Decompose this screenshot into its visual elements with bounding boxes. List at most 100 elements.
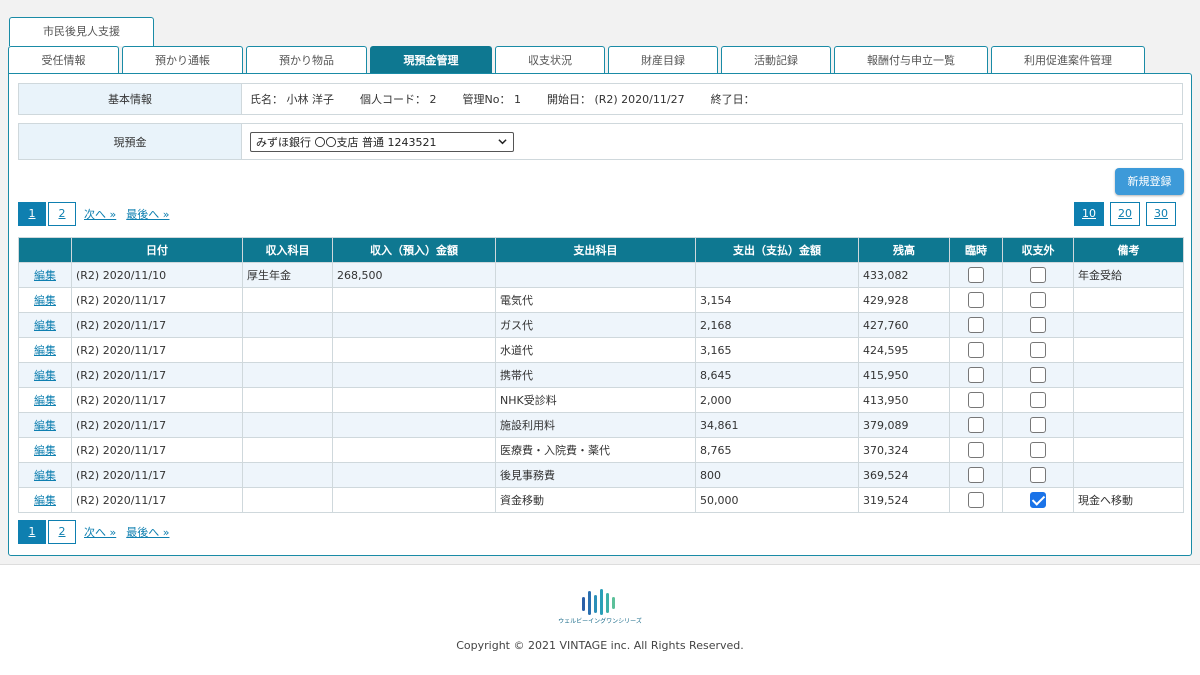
edit-link-cell: 編集 — [18, 437, 72, 463]
expense-item-cell — [495, 262, 696, 288]
col-header-edit — [18, 237, 72, 263]
expense-item-cell: 資金移動 — [495, 487, 696, 513]
income-amount-cell — [332, 362, 496, 388]
off-balance-checkbox[interactable] — [1030, 492, 1046, 508]
edit-link[interactable]: 編集 — [34, 369, 56, 382]
income-item-cell — [242, 362, 333, 388]
off-balance-checkbox[interactable] — [1030, 442, 1046, 458]
start-date: 開始日： (R2) 2020/11/27 — [546, 93, 685, 106]
temporary-checkbox[interactable] — [968, 442, 984, 458]
off-balance-checkbox[interactable] — [1030, 317, 1046, 333]
col-header-temporary: 臨時 — [949, 237, 1003, 263]
tab-juninjoho[interactable]: 受任情報 — [8, 46, 119, 74]
balance-cell: 424,595 — [858, 337, 950, 363]
tab-riyo-sokushin[interactable]: 利用促進案件管理 — [991, 46, 1145, 74]
balance-cell: 369,524 — [858, 462, 950, 488]
page-size-30-button[interactable]: 30 — [1146, 202, 1176, 226]
page-2-button[interactable]: 2 — [48, 520, 76, 544]
temporary-cell — [949, 312, 1003, 338]
page-size-20-button[interactable]: 20 — [1110, 202, 1140, 226]
temporary-checkbox[interactable] — [968, 392, 984, 408]
off-balance-checkbox[interactable] — [1030, 292, 1046, 308]
note-cell — [1073, 387, 1184, 413]
note-cell — [1073, 462, 1184, 488]
edit-link[interactable]: 編集 — [34, 344, 56, 357]
balance-cell: 379,089 — [858, 412, 950, 438]
tab-genyokin-kanri[interactable]: 現預金管理 — [370, 46, 492, 74]
temporary-checkbox[interactable] — [968, 367, 984, 383]
tab-katsudo-kiroku[interactable]: 活動記録 — [721, 46, 831, 74]
tab-azukari-buppin[interactable]: 預かり物品 — [246, 46, 367, 74]
edit-link[interactable]: 編集 — [34, 394, 56, 407]
temporary-checkbox[interactable] — [968, 417, 984, 433]
note-cell — [1073, 337, 1184, 363]
off-balance-cell — [1002, 487, 1074, 513]
expense-amount-cell — [695, 262, 859, 288]
account-select[interactable]: みずほ銀行 〇〇支店 普通 1243521 — [250, 131, 514, 152]
tab-zaisan-mokuroku[interactable]: 財産目録 — [608, 46, 718, 74]
col-header-expense-item: 支出科目 — [495, 237, 696, 263]
off-balance-checkbox[interactable] — [1030, 392, 1046, 408]
expense-item-cell: 医療費・入院費・薬代 — [495, 437, 696, 463]
temporary-checkbox[interactable] — [968, 342, 984, 358]
edit-link[interactable]: 編集 — [34, 269, 56, 282]
last-page-link[interactable]: 最後へ » — [126, 206, 169, 222]
income-item-cell: 厚生年金 — [242, 262, 333, 288]
temporary-checkbox[interactable] — [968, 267, 984, 283]
table-row: 編集 (R2) 2020/11/17 医療費・入院費・薬代 8,765 370,324 — [18, 437, 1184, 463]
page-1-button[interactable]: 1 — [18, 520, 46, 544]
page-2-button[interactable]: 2 — [48, 202, 76, 226]
edit-link[interactable]: 編集 — [34, 319, 56, 332]
balance-cell: 319,524 — [858, 487, 950, 513]
income-amount-cell — [332, 287, 496, 313]
expense-amount-cell: 2,168 — [695, 312, 859, 338]
income-item-cell — [242, 287, 333, 313]
edit-link[interactable]: 編集 — [34, 419, 56, 432]
date-cell: (R2) 2020/11/17 — [71, 462, 243, 488]
off-balance-checkbox[interactable] — [1030, 342, 1046, 358]
page-1-button[interactable]: 1 — [18, 202, 46, 226]
cash-value: みずほ銀行 〇〇支店 普通 1243521 — [242, 124, 514, 159]
note-cell: 年金受給 — [1073, 262, 1184, 288]
note-cell — [1073, 437, 1184, 463]
page-size-10-button[interactable]: 10 — [1074, 202, 1104, 226]
basic-info-label: 基本情報 — [19, 84, 242, 114]
expense-item-cell: 施設利用料 — [495, 412, 696, 438]
expense-item-cell: 携帯代 — [495, 362, 696, 388]
edit-link[interactable]: 編集 — [34, 444, 56, 457]
last-page-link[interactable]: 最後へ » — [126, 524, 169, 540]
temporary-checkbox[interactable] — [968, 317, 984, 333]
next-page-link[interactable]: 次へ » — [84, 524, 116, 540]
off-balance-cell — [1002, 287, 1074, 313]
tab-hoshu-fuyo[interactable]: 報酬付与申立一覧 — [834, 46, 988, 74]
balance-cell: 427,760 — [858, 312, 950, 338]
app-title-tab[interactable]: 市民後見人支援 — [9, 17, 154, 46]
expense-item-cell: ガス代 — [495, 312, 696, 338]
off-balance-checkbox[interactable] — [1030, 267, 1046, 283]
note-cell — [1073, 362, 1184, 388]
new-entry-button[interactable]: 新規登録 — [1115, 168, 1184, 195]
expense-item-cell: 水道代 — [495, 337, 696, 363]
table-row: 編集 (R2) 2020/11/17 NHK受診料 2,000 413,950 — [18, 387, 1184, 413]
edit-link[interactable]: 編集 — [34, 294, 56, 307]
edit-link-cell: 編集 — [18, 462, 72, 488]
tab-shushi-jokyo[interactable]: 収支状況 — [495, 46, 605, 74]
date-cell: (R2) 2020/11/17 — [71, 287, 243, 313]
off-balance-checkbox[interactable] — [1030, 417, 1046, 433]
income-item-cell — [242, 462, 333, 488]
off-balance-checkbox[interactable] — [1030, 367, 1046, 383]
note-cell — [1073, 287, 1184, 313]
edit-link[interactable]: 編集 — [34, 494, 56, 507]
temporary-cell — [949, 262, 1003, 288]
temporary-checkbox[interactable] — [968, 292, 984, 308]
income-amount-cell — [332, 337, 496, 363]
tab-azukari-tsucho[interactable]: 預かり通帳 — [122, 46, 243, 74]
temporary-checkbox[interactable] — [968, 492, 984, 508]
expense-amount-cell: 2,000 — [695, 387, 859, 413]
balance-cell: 415,950 — [858, 362, 950, 388]
temporary-checkbox[interactable] — [968, 467, 984, 483]
off-balance-checkbox[interactable] — [1030, 467, 1046, 483]
date-cell: (R2) 2020/11/17 — [71, 362, 243, 388]
edit-link[interactable]: 編集 — [34, 469, 56, 482]
next-page-link[interactable]: 次へ » — [84, 206, 116, 222]
